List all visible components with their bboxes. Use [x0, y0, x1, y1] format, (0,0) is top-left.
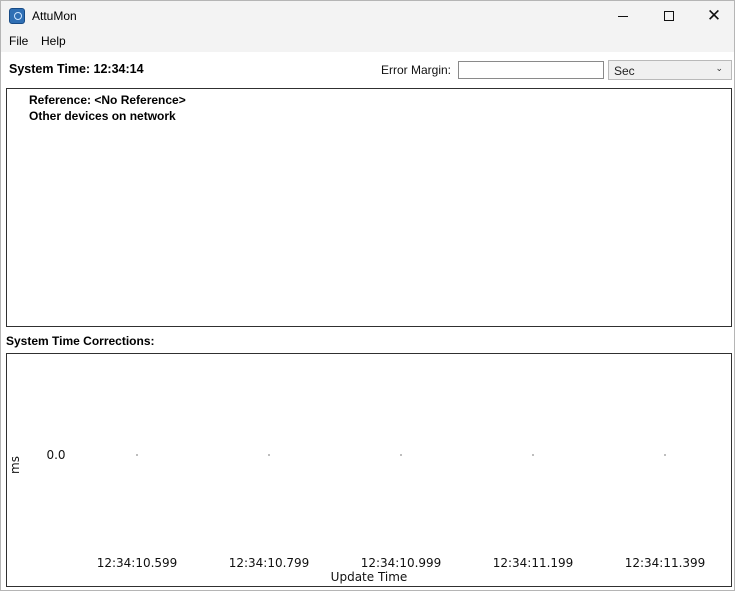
x-tick-label: 12:34:10.599: [97, 556, 178, 570]
unit-select-value: Sec: [614, 64, 635, 78]
y-tick-label: 0.0: [46, 448, 65, 462]
data-point: [532, 454, 534, 456]
devices-panel[interactable]: Reference: <No Reference> Other devices …: [6, 88, 732, 327]
chevron-down-icon: ⌄: [715, 64, 723, 74]
corrections-chart: ms 0.0 12:34:10.599 12:34:10.799 12:34:10.99…: [8, 448, 706, 584]
reference-label: Reference: <No Reference>: [29, 93, 186, 107]
corrections-chart-panel: ms 0.0 12:34:10.599 12:34:10.799 12:34:10.99…: [6, 353, 732, 587]
data-point: [664, 454, 666, 456]
title-bar[interactable]: AttuMon ✕: [1, 1, 734, 31]
minimize-icon: [618, 15, 628, 17]
maximize-button[interactable]: [646, 1, 692, 31]
maximize-icon: [664, 11, 674, 21]
app-logo-icon: [9, 8, 25, 24]
x-tick-label: 12:34:10.999: [361, 556, 442, 570]
system-time-label: System Time: 12:34:14: [9, 62, 144, 76]
corrections-label: System Time Corrections:: [6, 334, 155, 348]
close-icon: ✕: [706, 5, 722, 26]
menu-bar: File Help: [1, 31, 734, 52]
menu-file[interactable]: File: [9, 34, 28, 48]
data-point: [400, 454, 402, 456]
x-tick-label: 12:34:11.399: [625, 556, 706, 570]
minimize-button[interactable]: [600, 1, 646, 31]
window-title: AttuMon: [32, 9, 77, 23]
other-devices-label: Other devices on network: [29, 109, 176, 123]
x-tick-label: 12:34:11.199: [493, 556, 574, 570]
error-margin-input[interactable]: [458, 61, 604, 79]
error-margin-unit-select[interactable]: Sec ⌄: [608, 60, 732, 80]
x-axis-label: Update Time: [331, 570, 408, 584]
close-button[interactable]: ✕: [691, 1, 736, 31]
data-point: [136, 454, 138, 456]
menu-help[interactable]: Help: [41, 34, 66, 48]
error-margin-label: Error Margin:: [381, 63, 452, 77]
data-point: [268, 454, 270, 456]
y-axis-label: ms: [8, 456, 22, 474]
x-tick-label: 12:34:10.799: [229, 556, 310, 570]
app-window: AttuMon ✕ File Help System Time: 12:34:1…: [0, 0, 735, 591]
